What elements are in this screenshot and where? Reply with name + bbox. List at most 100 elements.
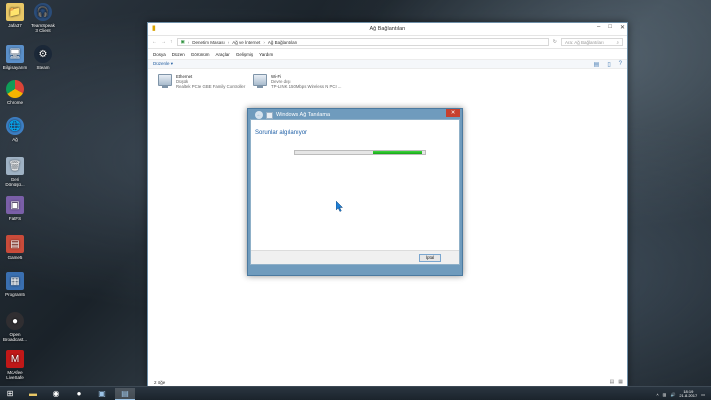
adapter-device: TP-LINK 150Mbps Wireless N PCI ... [271,84,342,89]
desktop-icon-network[interactable]: 🌐 Ağ [2,117,28,142]
obs-icon[interactable]: ● [69,388,89,400]
menu-item-edit[interactable]: Düzen [172,52,185,57]
desktop-icon-programs[interactable]: ▦ Program5 [2,272,28,297]
dialog-header: ← Windows Ağ Tanılama [255,111,330,119]
desktop-icon-obs[interactable]: ● Open Broadcast... [2,312,28,342]
dialog-close-button[interactable]: ✕ [446,109,460,117]
window-title: Ağ Bağlantıları [369,26,406,32]
system-tray: ˄ ▥ 🔊 18:19 21.8.2017 ▭ [656,387,705,400]
desktop-icon-label: FatFS [8,216,22,221]
progress-fill [373,151,423,154]
address-input[interactable]: ▣ › Denetim Masası › Ağ ve İnternet › Ağ… [176,38,549,46]
taskbar: ⊞ ▬ ◉ ● ▣ ▤ ˄ ▥ 🔊 18:19 21.8.2017 ▭ [0,386,711,400]
mcafee-shield-icon: M [6,350,24,368]
control-panel-icon[interactable]: ▣ [92,388,112,400]
network-adapter-icon [253,74,267,88]
chevron-right-icon: › [187,39,190,45]
dialog-footer: İptal [251,250,459,264]
control-panel-icon: ▣ [180,39,185,44]
obs-icon: ● [6,312,24,330]
close-button[interactable]: ✕ [620,24,625,31]
menu-bar: Dosya Düzen Görünüm Araçlar Gelişmiş Yar… [148,49,627,59]
network-diagnostics-dialog: ✕ ← Windows Ağ Tanılama Sorunlar algılan… [247,108,463,276]
desktop-icon-recycle-bin[interactable]: 🗑 Geri Dönüşü... [2,157,28,187]
desktop-icon-fatfs[interactable]: ▣ FatFS [2,196,28,221]
details-view-icon[interactable]: ▤ [610,379,615,385]
desktop-icon-steam[interactable]: ⚙ Steam [30,45,56,70]
desktop-icon-mcafee[interactable]: M McAfee LiveSafe [2,350,28,380]
back-arrow-icon[interactable]: ← [152,39,157,45]
desktop-icon-label: Ağ [12,137,18,142]
desktop-icon-label: Chrome [6,100,23,105]
desktop-icon-games[interactable]: ▤ Game5 [2,235,28,260]
diagnostics-icon [266,111,273,119]
adapter-device: Realtek PCIe GBE Family Controller [176,84,246,89]
desktop-icon-label: Open Broadcast... [2,332,27,342]
steam-icon: ⚙ [34,45,52,63]
search-placeholder: Ara: Ağ Bağlantıları [565,39,604,45]
mouse-cursor-icon [336,201,344,212]
games-folder-icon: ▤ [6,235,24,253]
back-arrow-icon[interactable]: ← [255,111,263,119]
large-icons-view-icon[interactable]: ▦ [618,379,623,385]
minimize-button[interactable]: – [597,24,600,31]
breadcrumb-segment[interactable]: Ağ Bağlantıları [268,40,298,45]
desktop-icon-label: Jafa37 [8,23,22,28]
computer-icon: 🖥 [6,45,24,63]
desktop-icon-label: McAfee LiveSafe [6,370,24,380]
forward-arrow-icon[interactable]: → [161,39,166,45]
desktop-icon-chrome[interactable]: Chrome [2,80,28,105]
chevron-up-icon[interactable]: ˄ [656,392,658,397]
network-icon[interactable]: ▥ [663,392,667,397]
programs-folder-icon: ▦ [6,272,24,290]
window-titlebar[interactable]: ▮ Ağ Bağlantıları – □ ✕ [148,23,627,36]
chevron-right-icon: › [263,39,265,45]
up-arrow-icon[interactable]: ↑ [170,39,173,45]
clock[interactable]: 18:19 21.8.2017 [679,389,698,399]
adapter-ethernet[interactable]: Ethernet Düşük Realtek PCIe GBE Family C… [158,74,245,89]
desktop-icon-user[interactable]: 📁 Jafa37 [2,3,28,28]
desktop-icon-label: Program5 [5,292,25,297]
menu-item-tools[interactable]: Araçlar [216,52,230,57]
clock-date: 21.8.2017 [679,393,698,398]
breadcrumb-segment[interactable]: Ağ ve İnternet [232,40,260,45]
desktop-icon-teamspeak[interactable]: 🎧 TeamSpeak 3 Client [30,3,56,33]
menu-item-file[interactable]: Dosya [153,52,166,57]
desktop-icon-computer[interactable]: 🖥 Bilgisayarım [2,45,28,70]
menu-item-view[interactable]: Görünüm [191,52,210,57]
teamspeak-icon: 🎧 [34,3,52,21]
maximize-button[interactable]: □ [608,24,612,31]
dialog-heading: Sorunlar algılanıyor [255,130,308,136]
preview-pane-icon[interactable]: ▯ [607,61,610,68]
item-count: 2 öğe [154,380,166,385]
app-icon: ▣ [6,196,24,214]
breadcrumb-segment[interactable]: Denetim Masası [192,40,225,45]
dialog-title: Windows Ağ Tanılama [276,112,331,118]
network-connections-taskbar-item[interactable]: ▤ [115,387,135,400]
adapter-wifi[interactable]: Wi-Fi Devre dışı TP-LINK 150Mbps Wireles… [253,74,341,89]
menu-item-help[interactable]: Yardım [259,52,273,57]
address-bar-row: ← → ↑ ▣ › Denetim Masası › Ağ ve İnterne… [148,36,627,49]
cancel-button[interactable]: İptal [419,254,441,262]
command-bar: Düzenle ▾ ▤ ▯ ? [148,59,627,69]
chevron-right-icon: › [227,39,230,45]
desktop-icon-label: TeamSpeak 3 Client [31,23,55,33]
refresh-icon[interactable]: ↻ [553,39,557,45]
menu-item-advanced[interactable]: Gelişmiş [236,52,253,57]
organize-button[interactable]: Düzenle ▾ [153,61,173,67]
help-icon[interactable]: ? [619,61,622,68]
view-options-icon[interactable]: ▤ [594,61,600,68]
progress-bar [294,150,426,155]
notifications-icon[interactable]: ▭ [701,392,705,397]
search-input[interactable]: Ara: Ağ Bağlantıları ⌕ [561,38,623,46]
dialog-body: ← Windows Ağ Tanılama Sorunlar algılanıy… [250,111,460,265]
file-explorer-icon[interactable]: ▬ [23,388,43,400]
volume-icon[interactable]: 🔊 [670,392,675,397]
chrome-icon[interactable]: ◉ [46,388,66,400]
user-folder-icon: 📁 [6,3,24,21]
desktop-icon-label: Geri Dönüşü... [5,177,25,187]
chrome-icon [6,80,24,98]
desktop-icon-label: Bilgisayarım [2,65,28,70]
desktop-icon-label: Game5 [7,255,23,260]
start-button[interactable]: ⊞ [0,388,20,400]
